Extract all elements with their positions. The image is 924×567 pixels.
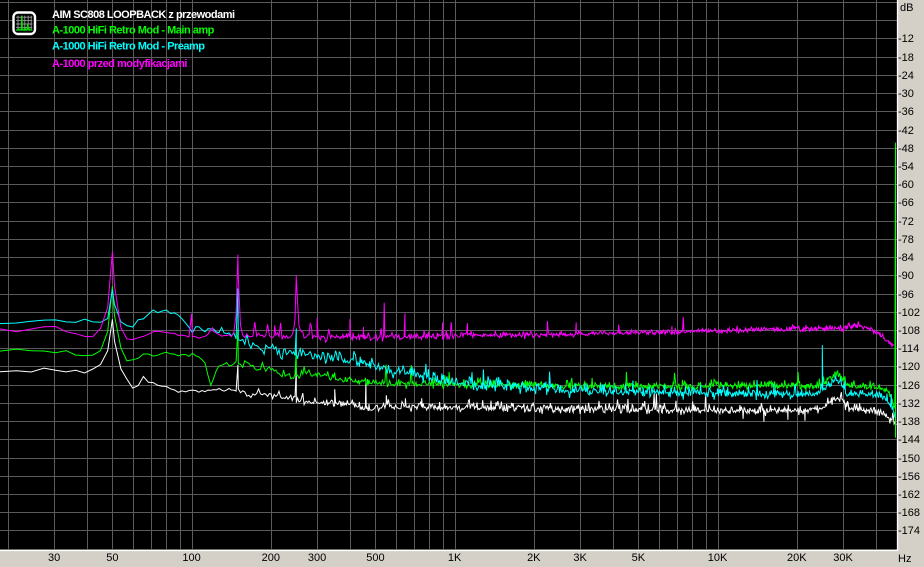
svg-text:-114: -114 (898, 343, 919, 355)
svg-text:-30: -30 (898, 88, 914, 100)
svg-text:5K: 5K (632, 552, 646, 564)
svg-text:dB: dB (900, 2, 913, 14)
svg-text:-66: -66 (898, 197, 914, 209)
svg-text:Hz: Hz (898, 553, 911, 565)
svg-text:2K: 2K (527, 552, 541, 564)
svg-text:-144: -144 (898, 434, 920, 446)
svg-text:-162: -162 (898, 489, 920, 501)
svg-text:A-1000 przed modyfikacjami: A-1000 przed modyfikacjami (52, 58, 187, 70)
svg-text:-18: -18 (898, 52, 914, 64)
svg-text:300: 300 (308, 552, 326, 564)
svg-text:-48: -48 (898, 143, 914, 155)
svg-text:-24: -24 (898, 70, 914, 82)
svg-text:-150: -150 (898, 453, 920, 465)
svg-text:3K: 3K (573, 552, 587, 564)
svg-text:-12: -12 (898, 33, 914, 45)
svg-text:-126: -126 (898, 380, 920, 392)
svg-text:30: 30 (48, 552, 60, 564)
svg-text:-60: -60 (898, 179, 914, 191)
svg-text:-138: -138 (898, 416, 920, 428)
svg-text:-78: -78 (898, 234, 914, 246)
svg-text:-174: -174 (898, 525, 920, 537)
svg-text:-72: -72 (898, 216, 914, 228)
svg-text:-108: -108 (898, 325, 920, 337)
svg-text:-102: -102 (898, 307, 920, 319)
svg-text:-36: -36 (898, 106, 914, 118)
svg-text:-120: -120 (898, 361, 920, 373)
svg-text:100: 100 (182, 552, 200, 564)
svg-text:-96: -96 (898, 289, 914, 301)
svg-text:50: 50 (106, 552, 118, 564)
svg-text:A-1000 HiFi Retro Mod - Main a: A-1000 HiFi Retro Mod - Main amp (52, 25, 215, 37)
svg-text:10K: 10K (708, 552, 728, 564)
svg-text:-168: -168 (898, 507, 920, 519)
svg-text:-156: -156 (898, 471, 920, 483)
svg-text:-132: -132 (898, 398, 920, 410)
svg-text:500: 500 (366, 552, 384, 564)
svg-text:A-1000 HiFi Retro Mod - Preamp: A-1000 HiFi Retro Mod - Preamp (52, 41, 205, 53)
svg-text:30K: 30K (833, 552, 853, 564)
svg-text:200: 200 (262, 552, 280, 564)
svg-text:-42: -42 (898, 125, 914, 137)
svg-text:-54: -54 (898, 161, 914, 173)
svg-text:1K: 1K (448, 552, 462, 564)
svg-text:-90: -90 (898, 270, 914, 282)
svg-text:AIM SC808 LOOPBACK z przewodam: AIM SC808 LOOPBACK z przewodami (52, 9, 235, 21)
svg-text:20K: 20K (787, 552, 807, 564)
svg-text:-84: -84 (898, 252, 914, 264)
